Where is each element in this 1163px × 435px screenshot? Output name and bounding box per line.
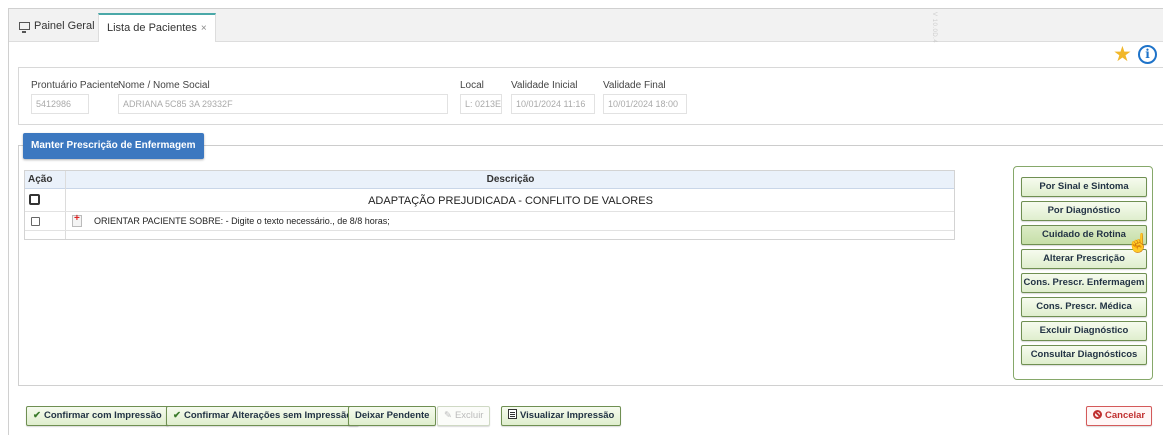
side-action-panel: Por Sinal e Sintoma Por Diagnóstico Cuid… xyxy=(1013,166,1153,380)
cons-prescr-enfermagem-button[interactable]: Cons. Prescr. Enfermagem xyxy=(1021,273,1147,293)
care-checkbox[interactable] xyxy=(31,217,40,226)
info-icon[interactable]: i xyxy=(1138,45,1157,64)
prontuario-field[interactable]: 5412986 xyxy=(31,94,89,114)
cons-prescr-medica-button[interactable]: Cons. Prescr. Médica xyxy=(1021,297,1147,317)
table-row[interactable]: ADAPTAÇÃO PREJUDICADA - CONFLITO DE VALO… xyxy=(25,190,954,212)
consultar-diagnosticos-button[interactable]: Consultar Diagnósticos xyxy=(1021,345,1147,365)
hand-cursor-icon: ☝ xyxy=(1127,233,1150,253)
validade-inicial-field[interactable]: 10/01/2024 11:16 xyxy=(511,94,595,114)
por-diagnostico-button[interactable]: Por Diagnóstico xyxy=(1021,201,1147,221)
tab-label: Painel Geral xyxy=(34,20,95,32)
confirmar-com-impressao-button[interactable]: ✔ Confirmar com Impressão xyxy=(26,406,169,426)
prescription-grid: Ação Descrição ADAPTAÇÃO PREJUDICADA - C… xyxy=(24,170,955,240)
confirmar-sem-impressao-button[interactable]: ✔ Confirmar Alterações sem Impressão xyxy=(166,406,360,426)
por-sinal-e-sintoma-button[interactable]: Por Sinal e Sintoma xyxy=(1021,177,1147,197)
excluir-diagnostico-button[interactable]: Excluir Diagnóstico xyxy=(1021,321,1147,341)
version-text: V 10.0D.4 xyxy=(931,12,937,44)
local-field[interactable]: L: 0213E xyxy=(460,94,502,114)
nome-label: Nome / Nome Social xyxy=(118,80,210,91)
cancel-icon xyxy=(1093,410,1102,419)
visualizar-impressao-button[interactable]: Visualizar Impressão xyxy=(501,406,622,426)
diagnosis-title: ADAPTAÇÃO PREJUDICADA - CONFLITO DE VALO… xyxy=(368,195,653,207)
delete-icon: ✎ xyxy=(444,410,452,421)
cancelar-button[interactable]: Cancelar xyxy=(1086,406,1153,426)
patient-info-panel: Prontuário Paciente 5412986 Nome / Nome … xyxy=(18,67,1163,125)
table-row[interactable]: ORIENTAR PACIENTE SOBRE: - Digite o text… xyxy=(25,213,954,231)
prontuario-label: Prontuário Paciente xyxy=(31,80,119,91)
tab-label: Lista de Pacientes xyxy=(107,22,197,34)
validade-final-label: Validade Final xyxy=(603,80,666,91)
care-description: ORIENTAR PACIENTE SOBRE: - Digite o text… xyxy=(94,216,390,226)
validade-inicial-label: Validade Inicial xyxy=(511,80,578,91)
check-icon: ✔ xyxy=(173,410,181,421)
button-label: Confirmar com Impressão xyxy=(43,410,162,421)
print-preview-icon xyxy=(508,409,517,419)
section-title-button[interactable]: Manter Prescrição de Enfermagem xyxy=(23,133,204,159)
deixar-pendente-button[interactable]: Deixar Pendente xyxy=(348,406,437,426)
button-label: Cancelar xyxy=(1105,410,1146,421)
nome-field[interactable]: ADRIANA 5C85 3A 29332F xyxy=(118,94,448,114)
star-icon[interactable]: ★ xyxy=(1113,43,1132,67)
tab-lista-de-pacientes[interactable]: Lista de Pacientes × xyxy=(98,13,216,42)
diagnosis-checkbox[interactable] xyxy=(29,194,40,205)
validade-final-field[interactable]: 10/01/2024 18:00 xyxy=(603,94,687,114)
document-plus-icon[interactable] xyxy=(72,213,82,227)
close-icon[interactable]: × xyxy=(201,23,207,34)
check-icon: ✔ xyxy=(33,410,41,421)
button-label: Excluir xyxy=(454,410,484,421)
main-frame: Painel Geral × Lista de Pacientes × V 10.0… xyxy=(8,8,1163,435)
monitor-icon xyxy=(19,22,30,33)
column-header-descricao[interactable]: Descrição xyxy=(67,174,954,185)
button-label: Confirmar Alterações sem Impressão xyxy=(183,410,353,421)
tab-bar: Painel Geral × Lista de Pacientes × V 10.0… xyxy=(9,9,1163,43)
button-label: Visualizar Impressão xyxy=(520,410,615,421)
column-header-acao[interactable]: Ação xyxy=(28,174,52,185)
grid-header: Ação Descrição xyxy=(25,171,954,189)
excluir-button[interactable]: ✎ Excluir xyxy=(437,406,491,426)
local-label: Local xyxy=(460,80,484,91)
